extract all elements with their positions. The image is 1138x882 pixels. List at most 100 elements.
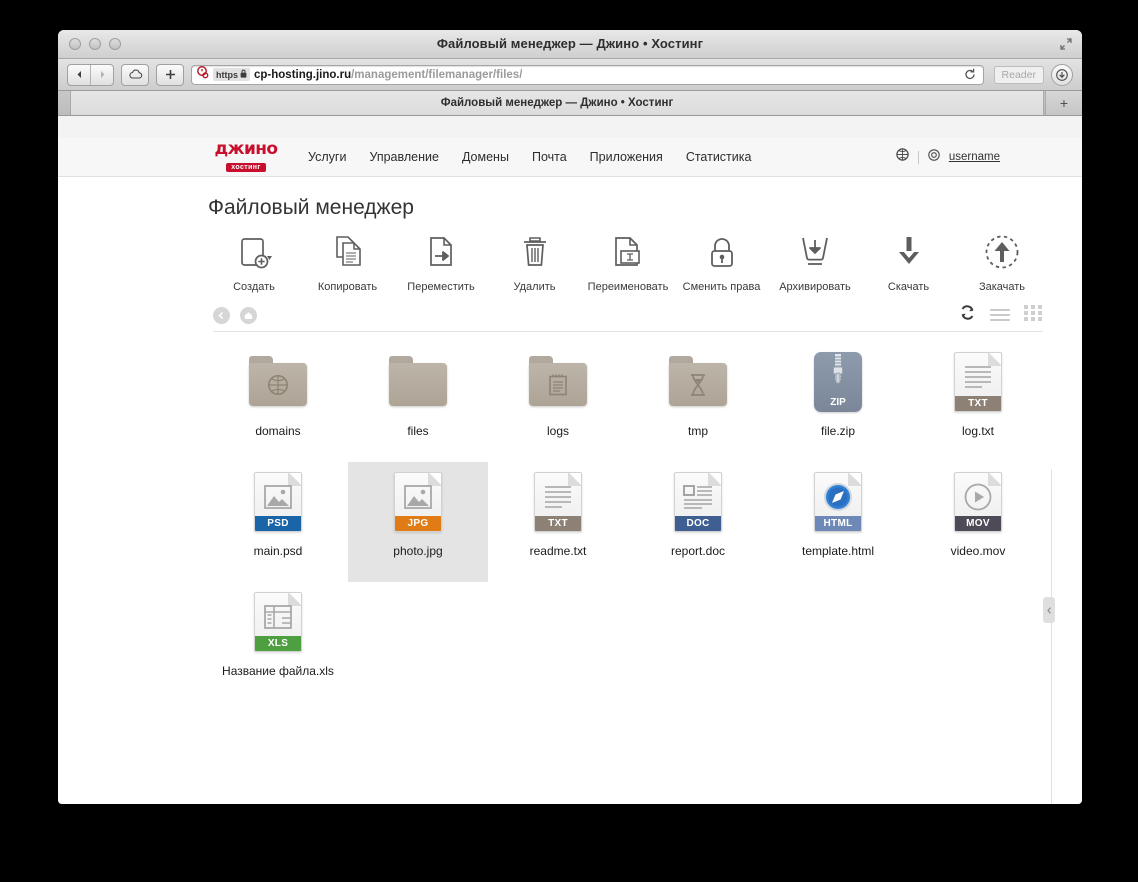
- home-icon[interactable]: [240, 306, 257, 324]
- grid-view-icon[interactable]: [1024, 304, 1043, 326]
- nav-item-statistics[interactable]: Статистика: [686, 150, 752, 164]
- file-name-label: Название файла.xls: [222, 664, 334, 678]
- file-item[interactable]: HTML template.html: [768, 462, 908, 582]
- file-name-label: log.txt: [961, 424, 994, 438]
- folder-icon: [245, 350, 311, 416]
- action-label: Переименовать: [587, 281, 669, 293]
- panel-divider: [1051, 469, 1052, 804]
- file-item[interactable]: DOC report.doc: [628, 462, 768, 582]
- panel-collapse-handle[interactable]: [1043, 597, 1055, 623]
- forward-button[interactable]: [90, 64, 113, 85]
- desktop-background: Файловый менеджер — Джино • Хостинг http…: [0, 0, 1138, 882]
- folder-icon: [385, 350, 451, 416]
- file-grid: domains files logs tmp ZIP file.zip TXT log.txt…: [208, 342, 1048, 702]
- document-file-icon: TXT: [945, 350, 1011, 416]
- folder-icon: [525, 350, 591, 416]
- action-upload[interactable]: Закачать: [956, 232, 1048, 293]
- help-globe-icon[interactable]: [896, 148, 909, 166]
- rename-icon: [608, 232, 648, 274]
- copy-icon: [328, 232, 368, 274]
- logo-wordmark: джино: [214, 139, 279, 159]
- document-file-icon: PSD: [245, 470, 311, 536]
- action-label: Создать: [233, 281, 275, 293]
- action-label: Сменить права: [682, 281, 761, 293]
- fullscreen-icon[interactable]: [1059, 37, 1073, 51]
- page-viewport: джино хостинг Услуги Управление Домены П…: [58, 138, 1082, 804]
- https-label: https: [216, 69, 238, 80]
- file-name-label: logs: [546, 424, 569, 438]
- file-name-label: tmp: [687, 424, 708, 438]
- header-divider: [917, 150, 919, 164]
- document-file-icon: MOV: [945, 470, 1011, 536]
- file-item[interactable]: JPG photo.jpg: [348, 462, 488, 582]
- file-name-label: readme.txt: [529, 544, 587, 558]
- nav-item-domains[interactable]: Домены: [462, 150, 509, 164]
- file-name-label: template.html: [801, 544, 875, 558]
- list-view-icon[interactable]: [990, 309, 1010, 321]
- lock-icon: [702, 232, 742, 274]
- file-item[interactable]: TXT log.txt: [908, 342, 1048, 462]
- refresh-icon[interactable]: [959, 304, 976, 326]
- add-bookmark-button[interactable]: [156, 63, 184, 86]
- trash-icon: [515, 232, 555, 274]
- action-label: Переместить: [407, 281, 475, 293]
- new-tab-button[interactable]: +: [1045, 91, 1082, 115]
- icloud-tabs-button[interactable]: [121, 63, 149, 86]
- file-item[interactable]: TXT readme.txt: [488, 462, 628, 582]
- action-delete[interactable]: Удалить: [489, 232, 581, 293]
- reader-button[interactable]: Reader: [993, 65, 1044, 84]
- file-name-label: main.psd: [253, 544, 303, 558]
- back-arrow-icon[interactable]: [213, 306, 230, 324]
- action-copy[interactable]: Копировать: [302, 232, 394, 293]
- back-button[interactable]: [68, 65, 90, 85]
- new-file-icon: [234, 232, 274, 274]
- file-item[interactable]: XLS Название файла.xls: [208, 582, 348, 702]
- file-item[interactable]: logs: [488, 342, 628, 462]
- action-rename[interactable]: Переименовать: [582, 232, 674, 293]
- file-item[interactable]: MOV video.mov: [908, 462, 1048, 582]
- nav-item-applications[interactable]: Приложения: [590, 150, 663, 164]
- action-permissions[interactable]: Сменить права: [676, 232, 768, 293]
- logo-tagline: хостинг: [226, 163, 266, 172]
- file-name-label: file.zip: [820, 424, 855, 438]
- action-label: Удалить: [513, 281, 556, 293]
- nav-item-mail[interactable]: Почта: [532, 150, 567, 164]
- document-file-icon: DOC: [665, 470, 731, 536]
- action-archive[interactable]: Архивировать: [769, 232, 861, 293]
- archive-icon: [795, 232, 835, 274]
- page-title: Файловый менеджер: [208, 196, 414, 219]
- file-item[interactable]: ZIP file.zip: [768, 342, 908, 462]
- action-label: Закачать: [978, 281, 1026, 293]
- action-create[interactable]: Создать: [208, 232, 300, 293]
- reload-icon[interactable]: [964, 68, 979, 81]
- file-item[interactable]: files: [348, 342, 488, 462]
- folder-icon: [665, 350, 731, 416]
- main-navigation: Услуги Управление Домены Почта Приложени…: [308, 138, 751, 176]
- file-item[interactable]: domains: [208, 342, 348, 462]
- nav-strip-left: [213, 306, 257, 324]
- url-path: /management/filemanager/files/: [351, 68, 523, 81]
- document-file-icon: HTML: [805, 470, 871, 536]
- browser-tab-active[interactable]: Файловый менеджер — Джино • Хостинг: [70, 91, 1044, 115]
- lock-icon: [240, 69, 247, 80]
- header-account-area: username: [896, 138, 1000, 176]
- file-item[interactable]: PSD main.psd: [208, 462, 348, 582]
- nav-item-management[interactable]: Управление: [369, 150, 439, 164]
- zip-file-icon: ZIP: [805, 350, 871, 416]
- url-host: cp-hosting.jino.ru: [254, 68, 352, 81]
- jino-logo[interactable]: джино хостинг: [208, 139, 284, 174]
- document-file-icon: TXT: [525, 470, 591, 536]
- window-titlebar: Файловый менеджер — Джино • Хостинг: [58, 30, 1082, 59]
- file-item[interactable]: tmp: [628, 342, 768, 462]
- nav-item-services[interactable]: Услуги: [308, 150, 346, 164]
- file-actions-toolbar: Создать Копировать Переместить Удалить П…: [208, 232, 1048, 293]
- downloads-button[interactable]: [1051, 63, 1073, 86]
- move-icon: [421, 232, 461, 274]
- action-label: Копировать: [317, 281, 378, 293]
- address-bar[interactable]: https cp-hosting.jino.ru/management/file…: [191, 64, 984, 85]
- extension-icon[interactable]: [196, 65, 209, 84]
- action-move[interactable]: Переместить: [395, 232, 487, 293]
- username-link[interactable]: username: [949, 151, 1000, 163]
- action-download[interactable]: Скачать: [863, 232, 955, 293]
- file-name-label: report.doc: [670, 544, 726, 558]
